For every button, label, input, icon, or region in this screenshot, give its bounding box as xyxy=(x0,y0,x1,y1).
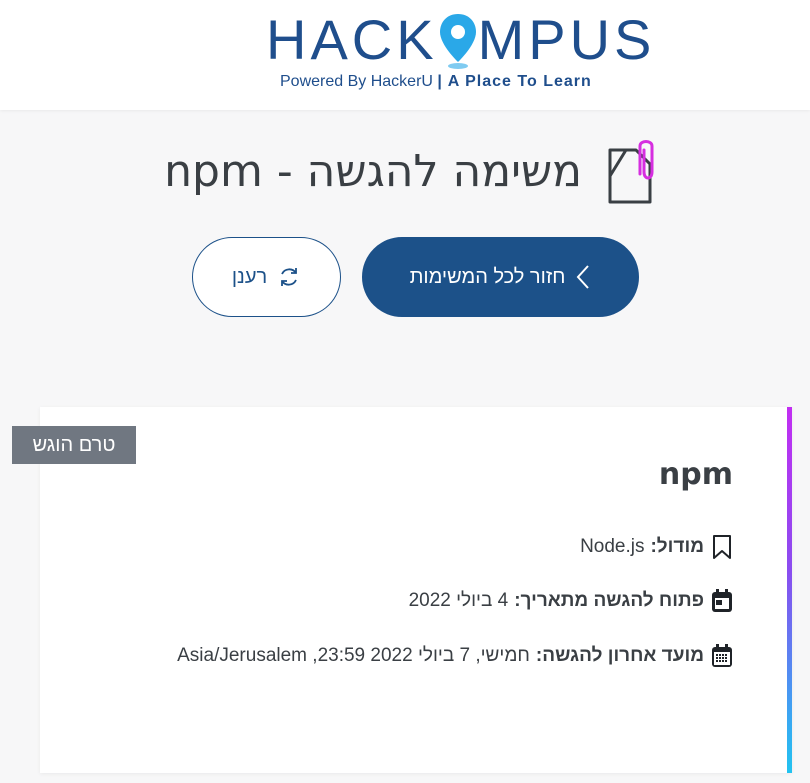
status-badge: טרם הוגש xyxy=(12,426,136,464)
module-row: מודול: Node.js xyxy=(580,532,734,562)
task-title: npm xyxy=(658,457,733,492)
open-date-label: פתוח להגשה מתאריך: xyxy=(514,590,704,611)
refresh-button-label: רענן xyxy=(231,265,268,288)
module-label: מודול: xyxy=(650,536,704,557)
page-title-text: משימה להגשה - npm xyxy=(164,146,582,197)
logo-tagline: Powered By HackerU | A Place To Learn xyxy=(280,72,660,92)
tagline-slogan: A Place To Learn xyxy=(442,73,592,90)
deadline-label: מועד אחרון להגשה: xyxy=(535,645,704,666)
deadline-value: חמישי, 7 ביולי 2022 23:59, Asia/Jerusale… xyxy=(177,645,530,666)
open-date-row: פתוח להגשה מתאריך: 4 ביולי 2022 xyxy=(409,586,734,616)
back-to-all-tasks-button[interactable]: חזור לכל המשימות xyxy=(362,237,639,317)
tagline-powered: Powered By HackerU xyxy=(280,73,438,90)
location-pin-icon xyxy=(440,14,476,69)
bookmark-icon xyxy=(710,534,734,560)
logo-wordmark: HACK MPUS xyxy=(266,8,660,72)
hackampus-logo[interactable]: HACK MPUS Powered By HackerU | A Place To… xyxy=(266,8,660,98)
module-value: Node.js xyxy=(580,536,645,557)
refresh-button[interactable]: רענן xyxy=(192,237,341,317)
logo-text-right: MPUS xyxy=(477,8,656,71)
refresh-icon xyxy=(281,268,298,286)
calendar-icon xyxy=(710,588,734,614)
chevron-left-icon xyxy=(577,265,590,289)
status-badge-label: טרם הוגש xyxy=(32,433,116,456)
calendar-grid-icon xyxy=(710,643,734,669)
page-title: משימה להגשה - npm xyxy=(164,132,660,212)
card-accent-bar xyxy=(787,407,792,773)
deadline-row: מועד אחרון להגשה: חמישי, 7 ביולי 2022 23… xyxy=(177,641,734,671)
back-button-label: חזור לכל המשימות xyxy=(409,265,566,288)
logo-text-left: HACK xyxy=(266,8,438,71)
site-header: HACK MPUS Powered By HackerU | A Place To… xyxy=(0,0,810,110)
paperclip-document-icon xyxy=(608,140,654,204)
open-date-value: 4 ביולי 2022 xyxy=(408,590,509,611)
